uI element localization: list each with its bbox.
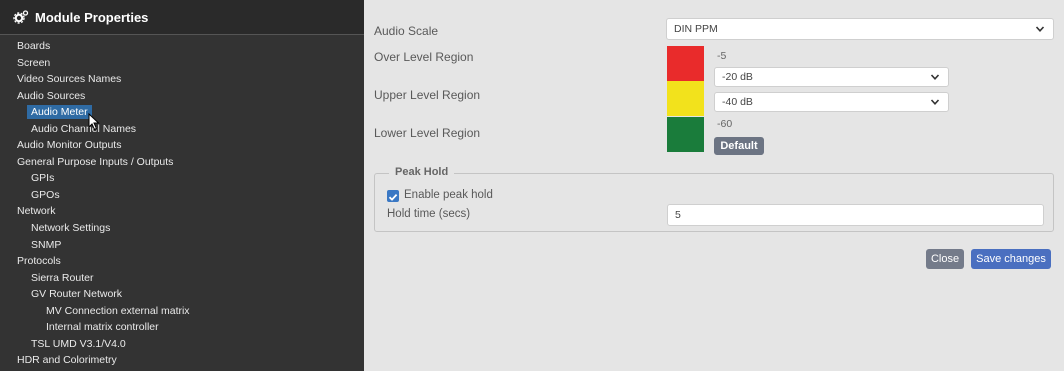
lower-level-color-swatch[interactable]: [667, 117, 704, 152]
tree-item-gpis[interactable]: GPIs: [0, 170, 364, 187]
lower-threshold-value: -40 dB: [722, 96, 753, 108]
tree-item-screen[interactable]: Screen: [0, 55, 364, 72]
sidebar: Module Properties Boards Screen Video So…: [0, 0, 364, 371]
tree-item-network-settings[interactable]: Network Settings: [0, 220, 364, 237]
tree-item-sierra-router[interactable]: Sierra Router: [0, 270, 364, 287]
tree-item-audio-sources[interactable]: Audio Sources: [0, 88, 364, 105]
lower-threshold-select[interactable]: -40 dB: [714, 92, 949, 112]
lower-level-label: Lower Level Region: [374, 126, 481, 140]
upper-level-label: Upper Level Region: [374, 88, 481, 102]
save-changes-button[interactable]: Save changes: [971, 249, 1051, 269]
enable-peak-hold-checkbox[interactable]: [387, 190, 399, 202]
over-level-label: Over Level Region: [374, 50, 474, 64]
audio-scale-value: DIN PPM: [674, 23, 718, 35]
tree-item-gpos[interactable]: GPOs: [0, 187, 364, 204]
over-level-color-swatch[interactable]: [667, 46, 704, 81]
hold-time-input[interactable]: 5: [667, 204, 1044, 226]
mouse-pointer-icon: [88, 113, 100, 131]
upper-level-color-swatch[interactable]: [667, 81, 704, 116]
upper-threshold-select[interactable]: -20 dB: [714, 67, 949, 87]
chevron-down-icon: [930, 74, 940, 80]
check-icon: [388, 193, 398, 201]
gear-icon: [13, 10, 29, 24]
audio-meter-panel: Audio Scale DIN PPM Over Level Region -5…: [364, 0, 1064, 371]
tree-item-audio-meter[interactable]: Audio Meter: [0, 104, 364, 121]
over-level-value: -5: [717, 50, 727, 62]
tree-item-snmp[interactable]: SNMP: [0, 237, 364, 254]
default-button[interactable]: Default: [714, 137, 764, 155]
hold-time-value: 5: [675, 209, 681, 221]
chevron-down-icon: [930, 99, 940, 105]
tree-item-protocols[interactable]: Protocols: [0, 253, 364, 270]
tree-item-gpio[interactable]: General Purpose Inputs / Outputs: [0, 154, 364, 171]
sidebar-header: Module Properties: [0, 0, 364, 35]
tree-item-gv-router-network[interactable]: GV Router Network: [0, 286, 364, 303]
audio-scale-label: Audio Scale: [374, 24, 439, 38]
chevron-down-icon: [1035, 26, 1045, 32]
tree-item-audio-channel-names[interactable]: Audio Channel Names: [0, 121, 364, 138]
tree-item-network[interactable]: Network: [0, 203, 364, 220]
tree-item-mv-connection-external-matrix[interactable]: MV Connection external matrix: [0, 303, 364, 320]
tree-item-audio-monitor-outputs[interactable]: Audio Monitor Outputs: [0, 137, 364, 154]
lower-level-value: -60: [717, 118, 733, 130]
hold-time-label: Hold time (secs): [387, 208, 471, 220]
upper-threshold-value: -20 dB: [722, 71, 753, 83]
tree-item-tsl-umd[interactable]: TSL UMD V3.1/V4.0: [0, 336, 364, 353]
tree-item-boards[interactable]: Boards: [0, 38, 364, 55]
sidebar-title: Module Properties: [35, 9, 149, 25]
peak-hold-legend: Peak Hold: [389, 166, 455, 178]
tree-item-hdr-colorimetry[interactable]: HDR and Colorimetry: [0, 352, 364, 369]
settings-tree: Boards Screen Video Sources Names Audio …: [0, 38, 364, 369]
audio-scale-select[interactable]: DIN PPM: [666, 18, 1054, 40]
enable-peak-hold-label: Enable peak hold: [404, 189, 493, 201]
tree-item-internal-matrix-controller[interactable]: Internal matrix controller: [0, 319, 364, 336]
close-button[interactable]: Close: [926, 249, 964, 269]
peak-hold-group: Peak Hold Enable peak hold Hold time (se…: [374, 166, 1054, 232]
tree-item-video-sources-names[interactable]: Video Sources Names: [0, 71, 364, 88]
